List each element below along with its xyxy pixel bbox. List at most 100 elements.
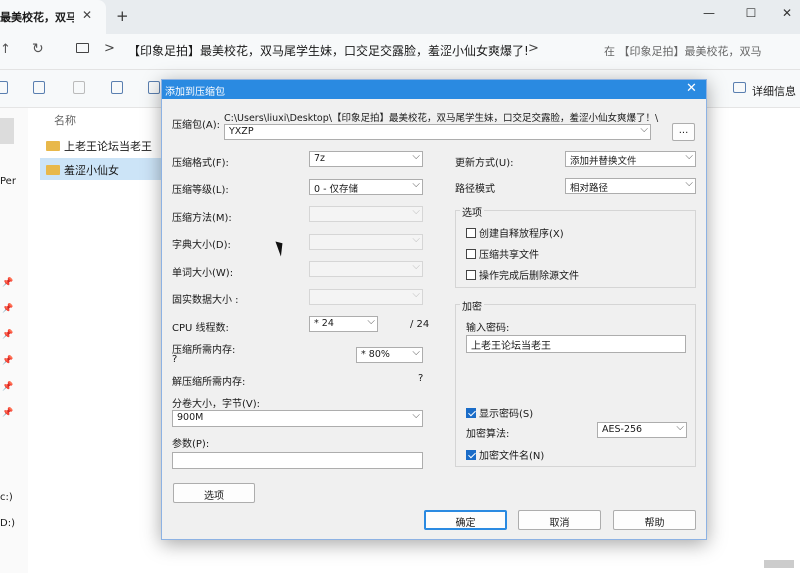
sidebar-item-drive-d[interactable]: D:): [0, 518, 15, 529]
list-item[interactable]: 羞涩小仙女: [40, 158, 172, 180]
details-button[interactable]: 详细信息: [733, 82, 796, 99]
level-value: 0 - 仅存储: [314, 184, 359, 195]
pin-icon: 📌: [2, 278, 14, 288]
chevron-down-icon: ⌵: [676, 422, 684, 433]
volume-size-combo[interactable]: 900M ⌵: [172, 410, 423, 427]
update-mode-select[interactable]: 添加并替换文件 ⌵: [565, 151, 696, 167]
delete-after-checkbox-label: 操作完成后删除源文件: [479, 271, 579, 282]
browser-tab[interactable]: 最美校花，双马尾 ✕: [0, 0, 106, 34]
navigation-pane: Per 📌 📌 📌 📌 📌 📌 c:) D:): [0, 108, 28, 573]
sfx-checkbox[interactable]: 创建自释放程序(X): [466, 225, 564, 240]
address-bar: ↑ ↻ > 【印象足拍】最美校花，双马尾学生妹，口交足交露脸，羞涩小仙女爽爆了!…: [0, 34, 800, 70]
sidebar-selected-item[interactable]: [0, 118, 14, 144]
breadcrumb-separator-icon[interactable]: >: [528, 41, 539, 56]
breadcrumb-separator-icon: >: [104, 41, 115, 56]
cut-icon[interactable]: [0, 81, 8, 94]
params-label: 参数(P):: [172, 439, 210, 450]
checkbox-icon: [466, 228, 476, 238]
search-input[interactable]: 在 【印象足拍】最美校花，双马: [604, 43, 800, 59]
cpu-threads-select[interactable]: * 24 ⌵: [309, 316, 378, 332]
password-label: 输入密码:: [466, 323, 510, 334]
folder-icon: [46, 165, 60, 175]
chevron-down-icon: ⌵: [412, 347, 420, 358]
column-header-name[interactable]: 名称: [54, 112, 76, 128]
memory-usage-select[interactable]: * 80% ⌵: [356, 347, 423, 363]
encryption-method-select[interactable]: AES-256 ⌵: [597, 422, 687, 438]
format-select[interactable]: 7z ⌵: [309, 151, 423, 167]
sidebar-item-label[interactable]: Per: [0, 176, 16, 187]
chevron-down-icon: ⌵: [412, 261, 420, 272]
volume-size-value: 900M: [177, 412, 204, 423]
password-input[interactable]: 上老王论坛当老王: [466, 335, 686, 353]
options-button[interactable]: 选项: [173, 483, 255, 503]
solid-select: ⌵: [309, 289, 423, 305]
level-select[interactable]: 0 - 仅存储 ⌵: [309, 179, 423, 195]
refresh-icon[interactable]: ↻: [32, 41, 44, 57]
show-password-checkbox[interactable]: 显示密码(S): [466, 405, 533, 420]
mem-comp-value: ?: [172, 354, 178, 365]
tab-title: 最美校花，双马尾: [0, 11, 74, 24]
encryption-method-label: 加密算法:: [466, 429, 510, 440]
dict-select: ⌵: [309, 234, 423, 250]
copy-icon[interactable]: [33, 81, 45, 94]
params-input[interactable]: [172, 452, 423, 469]
update-mode-label: 更新方式(U):: [455, 158, 514, 169]
list-item[interactable]: 上老王论坛当老王: [40, 134, 160, 156]
encryption-method-value: AES-256: [602, 424, 643, 435]
chevron-down-icon: ⌵: [412, 289, 420, 300]
dict-label: 字典大小(D):: [172, 240, 231, 251]
mem-decomp-label: 解压缩所需内存:: [172, 377, 246, 388]
paste-icon[interactable]: [73, 81, 85, 94]
cpu-threads-value: * 24: [314, 318, 334, 329]
method-label: 压缩方法(M):: [172, 213, 232, 224]
close-window-icon[interactable]: ✕: [772, 6, 800, 20]
format-label: 压缩格式(F):: [172, 158, 229, 169]
checkbox-icon: [466, 270, 476, 280]
encrypt-names-label: 加密文件名(N): [479, 451, 545, 462]
help-button[interactable]: 帮助: [613, 510, 696, 530]
archive-name-combo[interactable]: YXZP ⌵: [224, 124, 651, 140]
delete-after-checkbox[interactable]: 操作完成后删除源文件: [466, 267, 579, 282]
details-pane-icon: [733, 82, 746, 93]
rename-icon[interactable]: [111, 81, 123, 94]
solid-label: 固实数据大小 :: [172, 295, 239, 306]
chevron-down-icon: ⌵: [412, 410, 420, 421]
breadcrumb-folder[interactable]: 【印象足拍】最美校花，双马尾学生妹，口交足交露脸，羞涩小仙女爽爆了!: [128, 42, 529, 59]
archive-path: C:\Users\liuxi\Desktop\【印象足拍】最美校花，双马尾学生妹…: [224, 113, 659, 124]
minimize-icon[interactable]: —: [694, 6, 724, 20]
pin-icon: 📌: [2, 382, 14, 392]
encrypt-names-checkbox[interactable]: 加密文件名(N): [466, 447, 544, 462]
shared-files-checkbox[interactable]: 压缩共享文件: [466, 246, 539, 261]
sfx-checkbox-label: 创建自释放程序(X): [479, 229, 564, 240]
options-group: 选项 创建自释放程序(X) 压缩共享文件 操作完成后删除源文件: [455, 204, 696, 288]
close-icon[interactable]: ✕: [686, 81, 697, 96]
new-tab-icon[interactable]: +: [116, 7, 129, 25]
method-select: ⌵: [309, 206, 423, 222]
pin-icon: 📌: [2, 330, 14, 340]
ok-button[interactable]: 确定: [424, 510, 507, 530]
encryption-group-title: 加密: [460, 298, 484, 313]
chevron-down-icon: ⌵: [412, 151, 420, 162]
browse-button[interactable]: ...: [672, 123, 695, 141]
tab-close-icon[interactable]: ✕: [82, 8, 92, 22]
options-group-title: 选项: [460, 204, 484, 219]
up-arrow-icon[interactable]: ↑: [0, 42, 11, 57]
sidebar-item-drive-c[interactable]: c:): [0, 492, 13, 503]
mem-comp-label: 压缩所需内存:: [172, 345, 236, 356]
checkbox-icon: [466, 249, 476, 259]
chevron-down-icon: ⌵: [367, 316, 375, 327]
chevron-down-icon: ⌵: [412, 206, 420, 217]
cpu-total: / 24: [410, 319, 430, 330]
path-mode-select[interactable]: 相对路径 ⌵: [565, 178, 696, 194]
pin-icon: 📌: [2, 408, 14, 418]
archive-name-value: YXZP: [229, 126, 254, 137]
share-icon[interactable]: [148, 81, 160, 94]
cancel-button[interactable]: 取消: [518, 510, 601, 530]
maximize-icon[interactable]: ☐: [736, 6, 766, 20]
add-to-archive-dialog: 添加到压缩包 ✕ 压缩包(A): C:\Users\liuxi\Desktop\…: [161, 79, 707, 540]
chevron-down-icon: ⌵: [685, 151, 693, 162]
path-mode-label: 路径模式: [455, 184, 495, 195]
dialog-titlebar[interactable]: 添加到压缩包 ✕: [162, 80, 706, 99]
chevron-down-icon[interactable]: ⌵: [640, 125, 648, 135]
details-label: 详细信息: [752, 85, 796, 98]
